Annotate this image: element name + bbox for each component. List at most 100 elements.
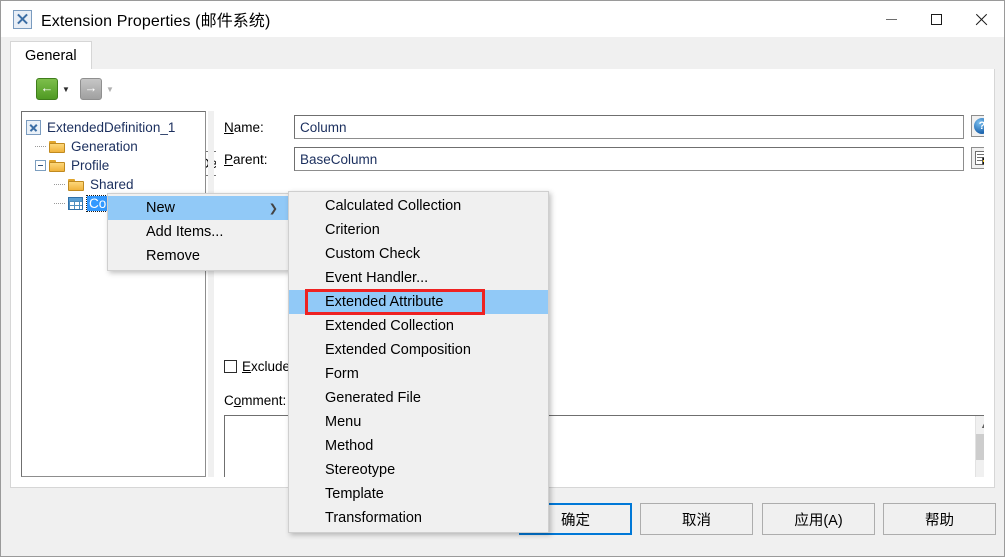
back-button[interactable]: ←	[35, 78, 59, 100]
maximize-icon	[931, 13, 942, 25]
menu-item-label: Extended Attribute	[325, 294, 444, 310]
submenu-item-menu[interactable]: Menu	[289, 410, 548, 434]
menu-item-label: Template	[325, 486, 384, 502]
submenu-item-method[interactable]: Method	[289, 434, 548, 458]
name-label: Name:	[224, 120, 264, 135]
folder-icon	[49, 159, 65, 172]
comment-label: Comment:	[224, 393, 287, 408]
submenu-item-generated-file[interactable]: Generated File	[289, 386, 548, 410]
cancel-button[interactable]: 取消	[640, 503, 753, 535]
tab-strip: General	[10, 41, 995, 70]
properties-icon	[974, 151, 984, 165]
grid-icon	[68, 197, 83, 210]
submenu-item-transformation[interactable]: Transformation	[289, 506, 548, 530]
menu-item-label: Stereotype	[325, 462, 396, 478]
title-bar: Extension Properties (邮件系统)	[1, 1, 1004, 37]
menu-item-label: Event Handler...	[325, 270, 429, 286]
menu-item-label: Extended Composition	[325, 342, 471, 358]
close-icon	[975, 13, 988, 26]
submenu-item-extended-composition[interactable]: Extended Composition	[289, 338, 548, 362]
tree-node-label: Profile	[71, 158, 110, 173]
submenu-item-extended-collection[interactable]: Extended Collection	[289, 314, 548, 338]
menu-item-label: Criterion	[325, 222, 380, 238]
exclude-checkbox[interactable]: Exclude	[224, 359, 290, 374]
help-button[interactable]: ?	[971, 115, 984, 137]
scrollbar-thumb[interactable]	[976, 434, 984, 460]
folder-icon	[49, 140, 65, 153]
help-button-label: 帮助	[925, 512, 954, 529]
submenu-item-template[interactable]: Template	[289, 482, 548, 506]
cancel-button-label: 取消	[682, 512, 711, 529]
tree-line	[54, 198, 65, 209]
menu-item-add-items[interactable]: Add Items...	[108, 220, 288, 244]
new-submenu[interactable]: Calculated Collection Criterion Custom C…	[288, 191, 549, 533]
apply-button-label: 应用(A)	[794, 512, 843, 529]
toolbar: ← ▼ → ▼	[11, 69, 994, 109]
back-arrow-icon: ←	[36, 78, 58, 100]
forward-history-caret[interactable]: ▼	[103, 78, 117, 100]
scroll-up-icon[interactable]: ▲	[976, 416, 984, 433]
menu-item-label: Menu	[325, 414, 362, 430]
menu-item-label: Add Items...	[146, 224, 224, 240]
submenu-item-form[interactable]: Form	[289, 362, 548, 386]
submenu-item-criterion[interactable]: Criterion	[289, 218, 548, 242]
collapse-expander-icon[interactable]	[35, 160, 46, 171]
submenu-item-event-handler[interactable]: Event Handler...	[289, 266, 548, 290]
submenu-item-extended-attribute[interactable]: Extended Attribute	[289, 290, 548, 314]
chevron-right-icon: ❯	[268, 202, 278, 215]
tree-line	[54, 179, 65, 190]
comment-scrollbar[interactable]: ▲ ▼	[975, 416, 984, 477]
minimize-button[interactable]	[869, 1, 914, 37]
back-history-caret[interactable]: ▼	[59, 78, 73, 100]
name-input-value: Column	[300, 119, 347, 135]
menu-item-label: Method	[325, 438, 374, 454]
submenu-item-custom-check[interactable]: Custom Check	[289, 242, 548, 266]
extension-icon	[26, 120, 41, 135]
forward-arrow-icon: →	[80, 78, 102, 100]
menu-item-label: Transformation	[325, 510, 422, 526]
menu-item-label: Calculated Collection	[325, 198, 462, 214]
minimize-icon	[886, 18, 897, 20]
tree-panel[interactable]: ExtendedDefinition_1 Generation Profile	[21, 111, 206, 477]
menu-item-label: Form	[325, 366, 359, 382]
tree-node-label: Generation	[71, 139, 138, 154]
tree-node-generation[interactable]: Generation	[26, 137, 205, 156]
tab-general-label: General	[25, 48, 77, 64]
window-title: Extension Properties (邮件系统)	[41, 13, 271, 30]
checkbox-box[interactable]	[224, 360, 237, 373]
help-icon: ?	[974, 118, 984, 134]
parent-input-value: BaseColumn	[300, 151, 378, 167]
submenu-item-stereotype[interactable]: Stereotype	[289, 458, 548, 482]
context-menu[interactable]: New ❯ Add Items... Remove	[107, 193, 289, 271]
help-dialog-button[interactable]: 帮助	[883, 503, 996, 535]
extension-properties-window: Extension Properties (邮件系统) General ← ▼ …	[0, 0, 1005, 557]
parent-label: Parent:	[224, 152, 268, 167]
tree-node-label: Shared	[90, 177, 134, 192]
submenu-item-calculated-collection[interactable]: Calculated Collection	[289, 194, 548, 218]
exclude-label: Exclude	[242, 359, 291, 374]
parent-input[interactable]: BaseColumn	[294, 147, 964, 171]
folder-icon	[68, 178, 84, 191]
forward-button[interactable]: →	[79, 78, 103, 100]
menu-item-label: Generated File	[325, 390, 421, 406]
menu-item-new[interactable]: New ❯	[108, 196, 288, 220]
name-input[interactable]: Column	[294, 115, 964, 139]
parent-properties-button[interactable]	[971, 147, 984, 169]
panel-splitter[interactable]	[208, 111, 214, 477]
menu-item-label: Custom Check	[325, 246, 421, 262]
apply-button[interactable]: 应用(A)	[762, 503, 875, 535]
extension-icon	[13, 9, 32, 29]
tree-line	[35, 141, 46, 152]
tree-node-profile[interactable]: Profile	[26, 156, 205, 175]
menu-item-label: Extended Collection	[325, 318, 454, 334]
tree-node-shared[interactable]: Shared	[26, 175, 205, 194]
tree-node-extendeddefinition[interactable]: ExtendedDefinition_1	[26, 118, 205, 137]
tree-node-label: ExtendedDefinition_1	[47, 120, 176, 135]
menu-item-label: Remove	[146, 248, 200, 264]
window-controls	[869, 1, 1004, 37]
menu-item-remove[interactable]: Remove	[108, 244, 288, 268]
close-button[interactable]	[959, 1, 1004, 37]
ok-button-label: 确定	[561, 512, 590, 529]
tab-general[interactable]: General	[10, 41, 92, 70]
maximize-button[interactable]	[914, 1, 959, 37]
